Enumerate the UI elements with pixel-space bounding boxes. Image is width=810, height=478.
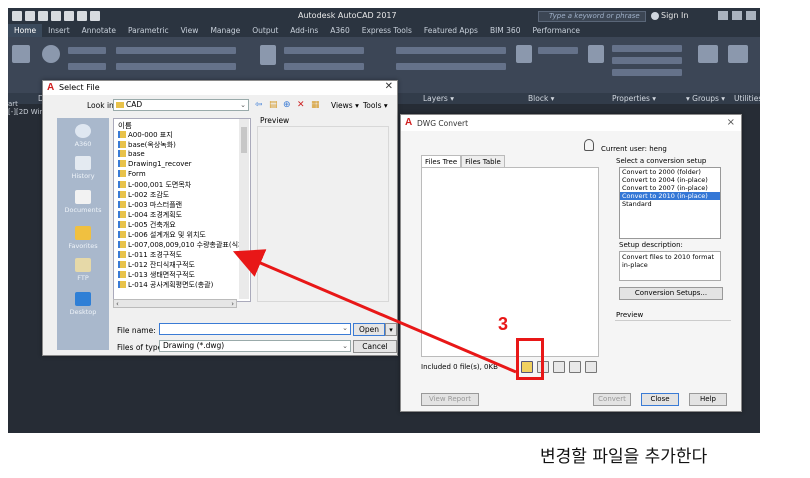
step-number: 3 <box>498 314 509 334</box>
annotation-arrow <box>232 249 517 374</box>
caption-text: 변경할 파일을 추가한다 <box>540 447 708 467</box>
highlight-box <box>516 338 544 380</box>
